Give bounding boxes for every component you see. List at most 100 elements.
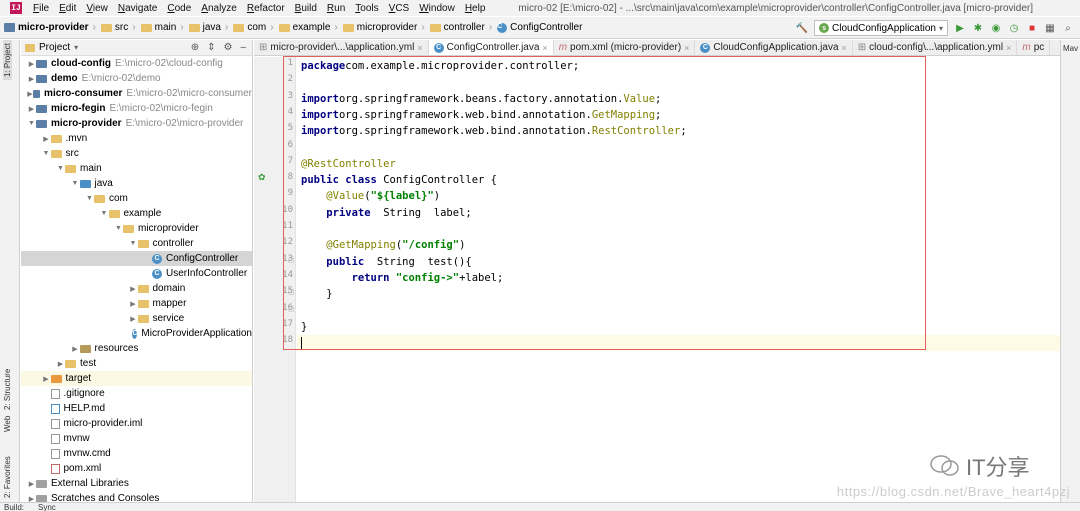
project-tool-tab[interactable]: 1: Project bbox=[3, 40, 12, 80]
structure-tool-tab[interactable]: 2: Structure bbox=[3, 369, 12, 410]
coverage-icon[interactable]: ◉ bbox=[990, 22, 1002, 34]
menu-tools[interactable]: Tools bbox=[350, 3, 383, 14]
breadcrumb-item[interactable]: java bbox=[185, 22, 224, 33]
stop-icon[interactable]: ■ bbox=[1026, 22, 1038, 34]
tree-item[interactable]: ▼ main bbox=[21, 161, 252, 176]
menu-help[interactable]: Help bbox=[460, 3, 491, 14]
chevron-right-icon[interactable]: ▶ bbox=[27, 75, 36, 83]
collapse-all-icon[interactable]: ⇕ bbox=[207, 42, 215, 53]
menu-view[interactable]: View bbox=[81, 3, 113, 14]
close-icon[interactable]: × bbox=[1006, 43, 1011, 53]
tree-item[interactable]: ▼ controller bbox=[21, 236, 252, 251]
tree-item[interactable]: ▼ java bbox=[21, 176, 252, 191]
chevron-right-icon[interactable]: ▶ bbox=[27, 90, 33, 98]
menu-navigate[interactable]: Navigate bbox=[113, 3, 162, 14]
tree-item[interactable]: ▶ External Libraries bbox=[21, 476, 252, 491]
tree-item[interactable]: ▶ service bbox=[21, 311, 252, 326]
minimize-icon[interactable]: – bbox=[240, 42, 246, 53]
chevron-right-icon[interactable]: ▶ bbox=[129, 315, 138, 323]
chevron-down-icon[interactable]: ▼ bbox=[114, 225, 123, 232]
editor-tab[interactable]: C ConfigController.java × bbox=[428, 40, 554, 55]
breadcrumb-item[interactable]: controller bbox=[426, 22, 488, 33]
tree-item[interactable]: ▶ cloud-config E:\micro-02\cloud-config bbox=[21, 56, 252, 71]
menu-edit[interactable]: Edit bbox=[54, 3, 81, 14]
breadcrumb-item[interactable]: com bbox=[229, 22, 269, 33]
spring-bean-icon[interactable]: ✿ bbox=[258, 172, 266, 183]
close-icon[interactable]: × bbox=[542, 43, 547, 53]
tree-item[interactable]: C ConfigController bbox=[21, 251, 252, 266]
gear-icon[interactable]: ⚙ bbox=[223, 42, 232, 53]
tree-item[interactable]: ▼ src bbox=[21, 146, 252, 161]
build-hammer-icon[interactable]: 🔨 bbox=[796, 22, 808, 34]
tree-item[interactable]: ▶ domain bbox=[21, 281, 252, 296]
tree-item[interactable]: ▼ micro-provider E:\micro-02\micro-provide… bbox=[21, 116, 252, 131]
debug-icon[interactable]: ✱ bbox=[972, 22, 984, 34]
tree-item[interactable]: C MicroProviderApplication bbox=[21, 326, 252, 341]
breadcrumb-item[interactable]: microprovider bbox=[339, 22, 421, 33]
editor-tab[interactable]: C CloudConfigApplication.java × bbox=[695, 40, 853, 55]
web-tool-tab[interactable]: Web bbox=[3, 416, 12, 432]
tree-item[interactable]: C UserInfoController bbox=[21, 266, 252, 281]
search-icon[interactable]: ⌕ bbox=[1062, 22, 1074, 34]
chevron-right-icon[interactable]: ▶ bbox=[27, 105, 36, 113]
tree-item[interactable]: ▶ test bbox=[21, 356, 252, 371]
run-icon[interactable]: ▶ bbox=[954, 22, 966, 34]
breadcrumb-item[interactable]: src bbox=[97, 22, 131, 33]
breadcrumb-item[interactable]: micro-provider bbox=[0, 22, 92, 33]
breadcrumb-item[interactable]: example bbox=[275, 22, 334, 33]
breadcrumb-item[interactable]: main bbox=[137, 22, 180, 33]
favorites-tool-tab[interactable]: 2: Favorites bbox=[3, 456, 12, 498]
chevron-right-icon[interactable]: ▶ bbox=[56, 360, 65, 368]
build-tool-label[interactable]: Build: bbox=[4, 503, 24, 511]
menu-build[interactable]: Build bbox=[290, 3, 322, 14]
tree-item[interactable]: ▶ mapper bbox=[21, 296, 252, 311]
editor-tab[interactable]: ⊞ micro-provider\...\application.yml × bbox=[254, 40, 429, 55]
chevron-right-icon[interactable]: ▶ bbox=[42, 375, 51, 383]
chevron-down-icon[interactable]: ▼ bbox=[129, 240, 138, 247]
tree-item[interactable]: ▶ .mvn bbox=[21, 131, 252, 146]
tree-item[interactable]: mvnw.cmd bbox=[21, 446, 252, 461]
chevron-right-icon[interactable]: ▶ bbox=[27, 60, 36, 68]
chevron-right-icon[interactable]: ▶ bbox=[129, 285, 138, 293]
close-icon[interactable]: × bbox=[842, 43, 847, 53]
menu-code[interactable]: Code bbox=[162, 3, 196, 14]
tree-item[interactable]: ▶ resources bbox=[21, 341, 252, 356]
tree-item[interactable]: ▼ microprovider bbox=[21, 221, 252, 236]
tree-item[interactable]: ▶ target bbox=[21, 371, 252, 386]
chevron-right-icon[interactable]: ▶ bbox=[27, 495, 36, 503]
tree-item[interactable]: ▼ com bbox=[21, 191, 252, 206]
maven-tool-tab[interactable]: Mav bbox=[1061, 40, 1080, 57]
close-icon[interactable]: × bbox=[417, 43, 422, 53]
editor-tab[interactable]: m pc bbox=[1017, 40, 1051, 55]
menu-window[interactable]: Window bbox=[414, 3, 460, 14]
tree-item[interactable]: ▶ Scratches and Consoles bbox=[21, 491, 252, 502]
profile-icon[interactable]: ◷ bbox=[1008, 22, 1020, 34]
chevron-right-icon[interactable]: ▶ bbox=[27, 480, 36, 488]
tree-item[interactable]: pom.xml bbox=[21, 461, 252, 476]
chevron-right-icon[interactable]: ▶ bbox=[71, 345, 80, 353]
chevron-down-icon[interactable]: ▼ bbox=[100, 210, 109, 217]
chevron-down-icon[interactable]: ▼ bbox=[56, 165, 65, 172]
editor-tab[interactable]: ⊞ cloud-config\...\application.yml × bbox=[853, 40, 1018, 55]
chevron-down-icon[interactable]: ▼ bbox=[71, 180, 80, 187]
chevron-right-icon[interactable]: ▶ bbox=[129, 300, 138, 308]
project-structure-icon[interactable]: ▦ bbox=[1044, 22, 1056, 34]
chevron-down-icon[interactable]: ▼ bbox=[85, 195, 94, 202]
menu-analyze[interactable]: Analyze bbox=[196, 3, 242, 14]
chevron-down-icon[interactable]: ▼ bbox=[27, 120, 36, 127]
menu-vcs[interactable]: VCS bbox=[384, 3, 415, 14]
tree-item[interactable]: ▶ micro-fegin E:\micro-02\micro-fegin bbox=[21, 101, 252, 116]
chevron-down-icon[interactable]: ▾ bbox=[74, 43, 78, 52]
tree-item[interactable]: micro-provider.iml bbox=[21, 416, 252, 431]
tree-item[interactable]: HELP.md bbox=[21, 401, 252, 416]
tree-item[interactable]: ▶ demo E:\micro-02\demo bbox=[21, 71, 252, 86]
tree-item[interactable]: ▶ micro-consumer E:\micro-02\micro-consume… bbox=[21, 86, 252, 101]
breadcrumb-item[interactable]: C ConfigController bbox=[493, 22, 585, 33]
editor-tab[interactable]: m pom.xml (micro-provider) × bbox=[554, 40, 696, 55]
target-icon[interactable]: ⊕ bbox=[191, 42, 199, 53]
chevron-right-icon[interactable]: ▶ bbox=[42, 135, 51, 143]
sync-tab[interactable]: Sync bbox=[38, 503, 56, 511]
chevron-down-icon[interactable]: ▼ bbox=[42, 150, 51, 157]
tree-item[interactable]: .gitignore bbox=[21, 386, 252, 401]
project-panel-title[interactable]: Project bbox=[39, 42, 70, 53]
